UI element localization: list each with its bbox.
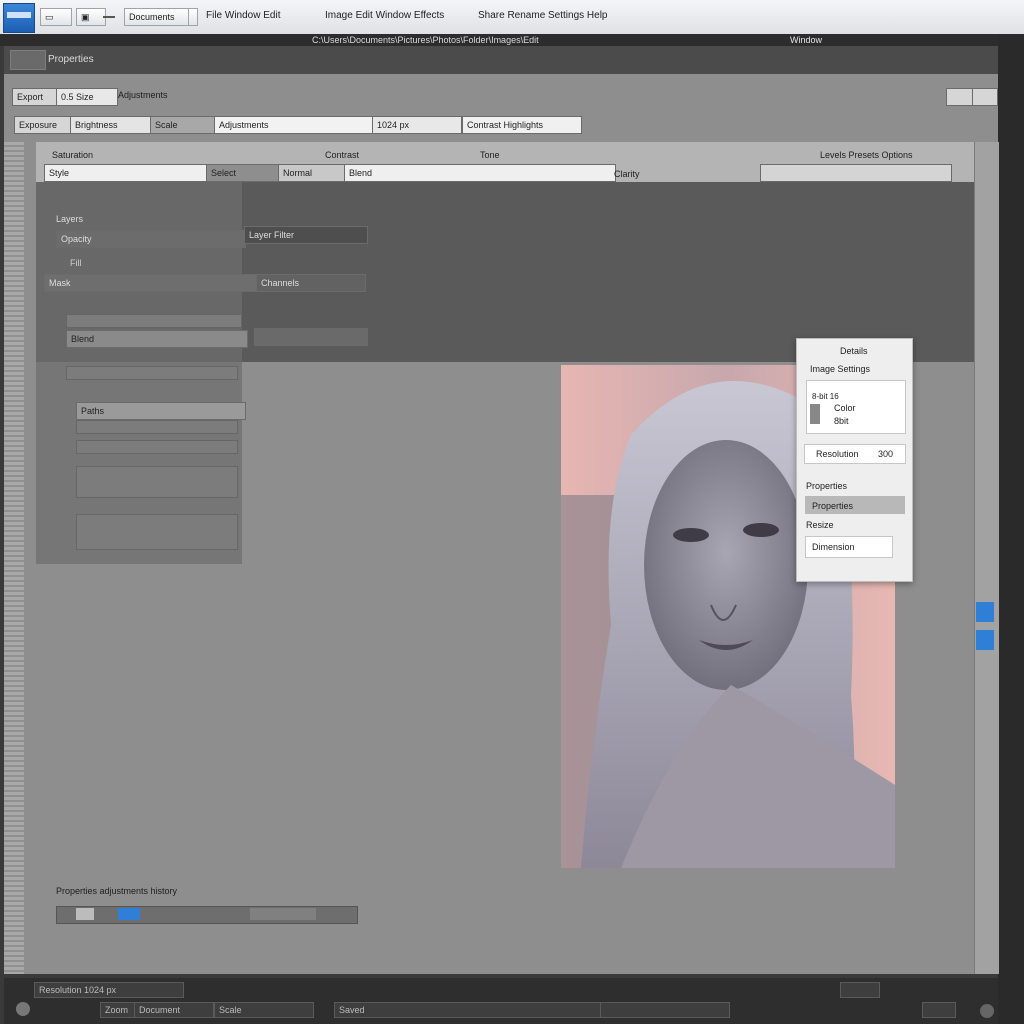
separator	[103, 16, 115, 18]
blend-field[interactable]: Blend	[344, 164, 616, 182]
menu-share[interactable]: Share Rename	[478, 10, 545, 21]
col-levels: Levels Presets Options	[820, 150, 913, 160]
menu-image[interactable]: Image Edit Window Effects	[325, 10, 444, 21]
scroll-down-icon[interactable]	[976, 630, 994, 650]
opacity-field[interactable]: Opacity	[56, 230, 246, 248]
normal-field[interactable]: Normal	[278, 164, 348, 182]
layer-row[interactable]	[76, 514, 238, 550]
props-v1: 8-bit 16	[812, 392, 839, 401]
select-field[interactable]: Select	[206, 164, 282, 182]
panel-title: Properties	[48, 54, 94, 65]
layer-row[interactable]	[76, 440, 238, 454]
history-caption: Properties adjustments history	[56, 886, 178, 896]
file-path: C:\Users\Documents\Pictures\Photos\Folde…	[312, 35, 539, 45]
scroll-up-icon[interactable]	[976, 602, 994, 622]
props-info-box	[806, 380, 906, 434]
mask-field[interactable]: Mask	[44, 274, 258, 292]
window-title: Window	[790, 35, 823, 45]
preset-select[interactable]: Contrast Highlights	[462, 116, 582, 134]
col-tone: Tone	[480, 150, 500, 160]
props-group2: Resize	[806, 520, 834, 530]
props-title: Details	[840, 346, 868, 356]
channels-field[interactable]: Channels	[256, 274, 366, 292]
props-v2: Color	[834, 403, 856, 413]
style-field[interactable]: Style	[44, 164, 212, 182]
props-heading: Image Settings	[810, 364, 871, 374]
documents-button[interactable]: Documents	[124, 8, 196, 26]
panel-header	[4, 46, 998, 74]
layer-filter-field[interactable]: Layer Filter	[244, 226, 368, 244]
col-contrast: Contrast	[325, 150, 360, 160]
resolution-value: 300	[878, 449, 894, 459]
history-current[interactable]	[118, 908, 140, 920]
adjustments-label: Adjustments	[118, 90, 168, 100]
window-edge	[998, 34, 1024, 1024]
dropdown-toggle[interactable]	[188, 8, 198, 26]
layers-label: Layers	[56, 214, 84, 224]
status-button[interactable]	[922, 1002, 956, 1018]
paths-row[interactable]	[254, 328, 368, 346]
settings-icon[interactable]	[980, 1004, 994, 1018]
tab-exposure[interactable]: Exposure	[14, 116, 74, 134]
panel-icon[interactable]	[10, 50, 46, 70]
props-group1: Properties	[806, 481, 848, 491]
status-document[interactable]: Document	[134, 1002, 214, 1018]
clarity-label: Clarity	[614, 169, 640, 179]
folder-icon[interactable]: ▭	[40, 8, 72, 26]
selected-row-label: Properties	[812, 501, 854, 511]
status-field[interactable]	[600, 1002, 730, 1018]
vertical-scrollbar[interactable]	[974, 142, 999, 974]
tab-scale[interactable]: Scale	[150, 116, 218, 134]
resolution-label: Resolution	[816, 449, 859, 459]
save-icon[interactable]: ▣	[76, 8, 106, 26]
layer-row[interactable]	[76, 420, 238, 434]
dimension-input-label: Dimension	[812, 542, 855, 552]
size-input[interactable]: 1024 px	[372, 116, 462, 134]
layer-row[interactable]	[66, 314, 242, 328]
status-resolution: Resolution 1024 px	[34, 982, 184, 998]
fill-label: Fill	[70, 258, 82, 268]
menu-file[interactable]: File Window Edit	[206, 10, 280, 21]
status-toggle[interactable]	[840, 982, 880, 998]
history-step[interactable]	[76, 908, 94, 920]
status-icon[interactable]	[16, 1002, 30, 1016]
search-input[interactable]: Adjustments	[214, 116, 374, 134]
menu-settings[interactable]: Settings Help	[548, 10, 607, 21]
status-scale[interactable]: Scale	[214, 1002, 314, 1018]
export-field[interactable]: Export	[12, 88, 60, 106]
vertical-ruler	[4, 142, 24, 974]
tab-brightness[interactable]: Brightness	[70, 116, 160, 134]
size-field[interactable]: 0.5 Size	[56, 88, 118, 106]
layer-row[interactable]	[76, 466, 238, 498]
status-saved: Saved	[334, 1002, 604, 1018]
history-step[interactable]	[250, 908, 316, 920]
paths-field[interactable]: Paths	[76, 402, 246, 420]
toggle-b[interactable]	[972, 88, 998, 106]
col-saturation: Saturation	[52, 150, 94, 160]
app-logo-icon[interactable]	[3, 3, 35, 33]
layer-row[interactable]	[66, 366, 238, 380]
props-v3: 8bit	[834, 416, 849, 426]
swatch-icon	[810, 404, 820, 424]
levels-field[interactable]	[760, 164, 952, 182]
blend-row[interactable]: Blend	[66, 330, 248, 348]
